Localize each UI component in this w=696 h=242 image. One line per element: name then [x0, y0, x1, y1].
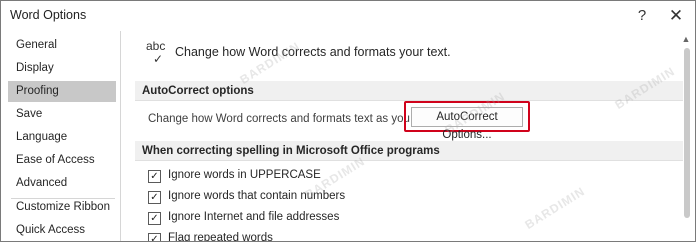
option-label: Ignore words in UPPERCASE — [168, 169, 321, 181]
page-description: Change how Word corrects and formats you… — [175, 45, 451, 59]
sidebar-item-proofing[interactable]: Proofing — [8, 81, 116, 102]
title-bar: Word Options ? ✕ — [1, 1, 695, 31]
proofing-panel: abc ✓ Change how Word corrects and forma… — [127, 31, 683, 241]
sidebar: General Display Proofing Save Language E… — [5, 31, 121, 241]
checkbox[interactable]: ✓ — [148, 233, 161, 241]
checkmark-icon: ✓ — [153, 52, 164, 66]
sidebar-item-customize-ribbon[interactable]: Customize Ribbon — [8, 197, 116, 218]
sidebar-item-language[interactable]: Language — [8, 127, 116, 148]
sidebar-item-save[interactable]: Save — [8, 104, 116, 125]
option-label: Ignore words that contain numbers — [168, 190, 346, 202]
sidebar-item-display[interactable]: Display — [8, 58, 116, 79]
scrollbar-thumb[interactable] — [684, 48, 690, 218]
proofing-abc-icon: abc ✓ — [146, 39, 166, 66]
checkbox[interactable]: ✓ — [148, 191, 161, 204]
sidebar-item-quick-access-toolbar[interactable]: Quick Access Toolbar — [8, 220, 116, 241]
sidebar-item-ease-of-access[interactable]: Ease of Access — [8, 150, 116, 171]
abc-icon-text: abc — [146, 39, 166, 53]
option-label: Flag repeated words — [168, 232, 273, 242]
close-icon[interactable]: ✕ — [661, 5, 691, 27]
word-options-dialog: Word Options ? ✕ General Display Proofin… — [0, 0, 696, 242]
window-title: Word Options — [10, 8, 87, 22]
option-label: Ignore Internet and file addresses — [168, 211, 340, 223]
autocorrect-label: Change how Word corrects and formats tex… — [148, 113, 438, 125]
autocorrect-section-header: AutoCorrect options — [135, 81, 683, 101]
spelling-section-header: When correcting spelling in Microsoft Of… — [135, 141, 683, 161]
checkbox[interactable]: ✓ — [148, 170, 161, 183]
scroll-up-arrow-icon[interactable]: ▲ — [680, 33, 692, 45]
checkbox[interactable]: ✓ — [148, 212, 161, 225]
help-icon[interactable]: ? — [627, 5, 657, 27]
autocorrect-options-button[interactable]: AutoCorrect Options... — [411, 107, 523, 141]
sidebar-item-advanced[interactable]: Advanced — [8, 173, 116, 194]
sidebar-item-general[interactable]: General — [8, 35, 116, 56]
